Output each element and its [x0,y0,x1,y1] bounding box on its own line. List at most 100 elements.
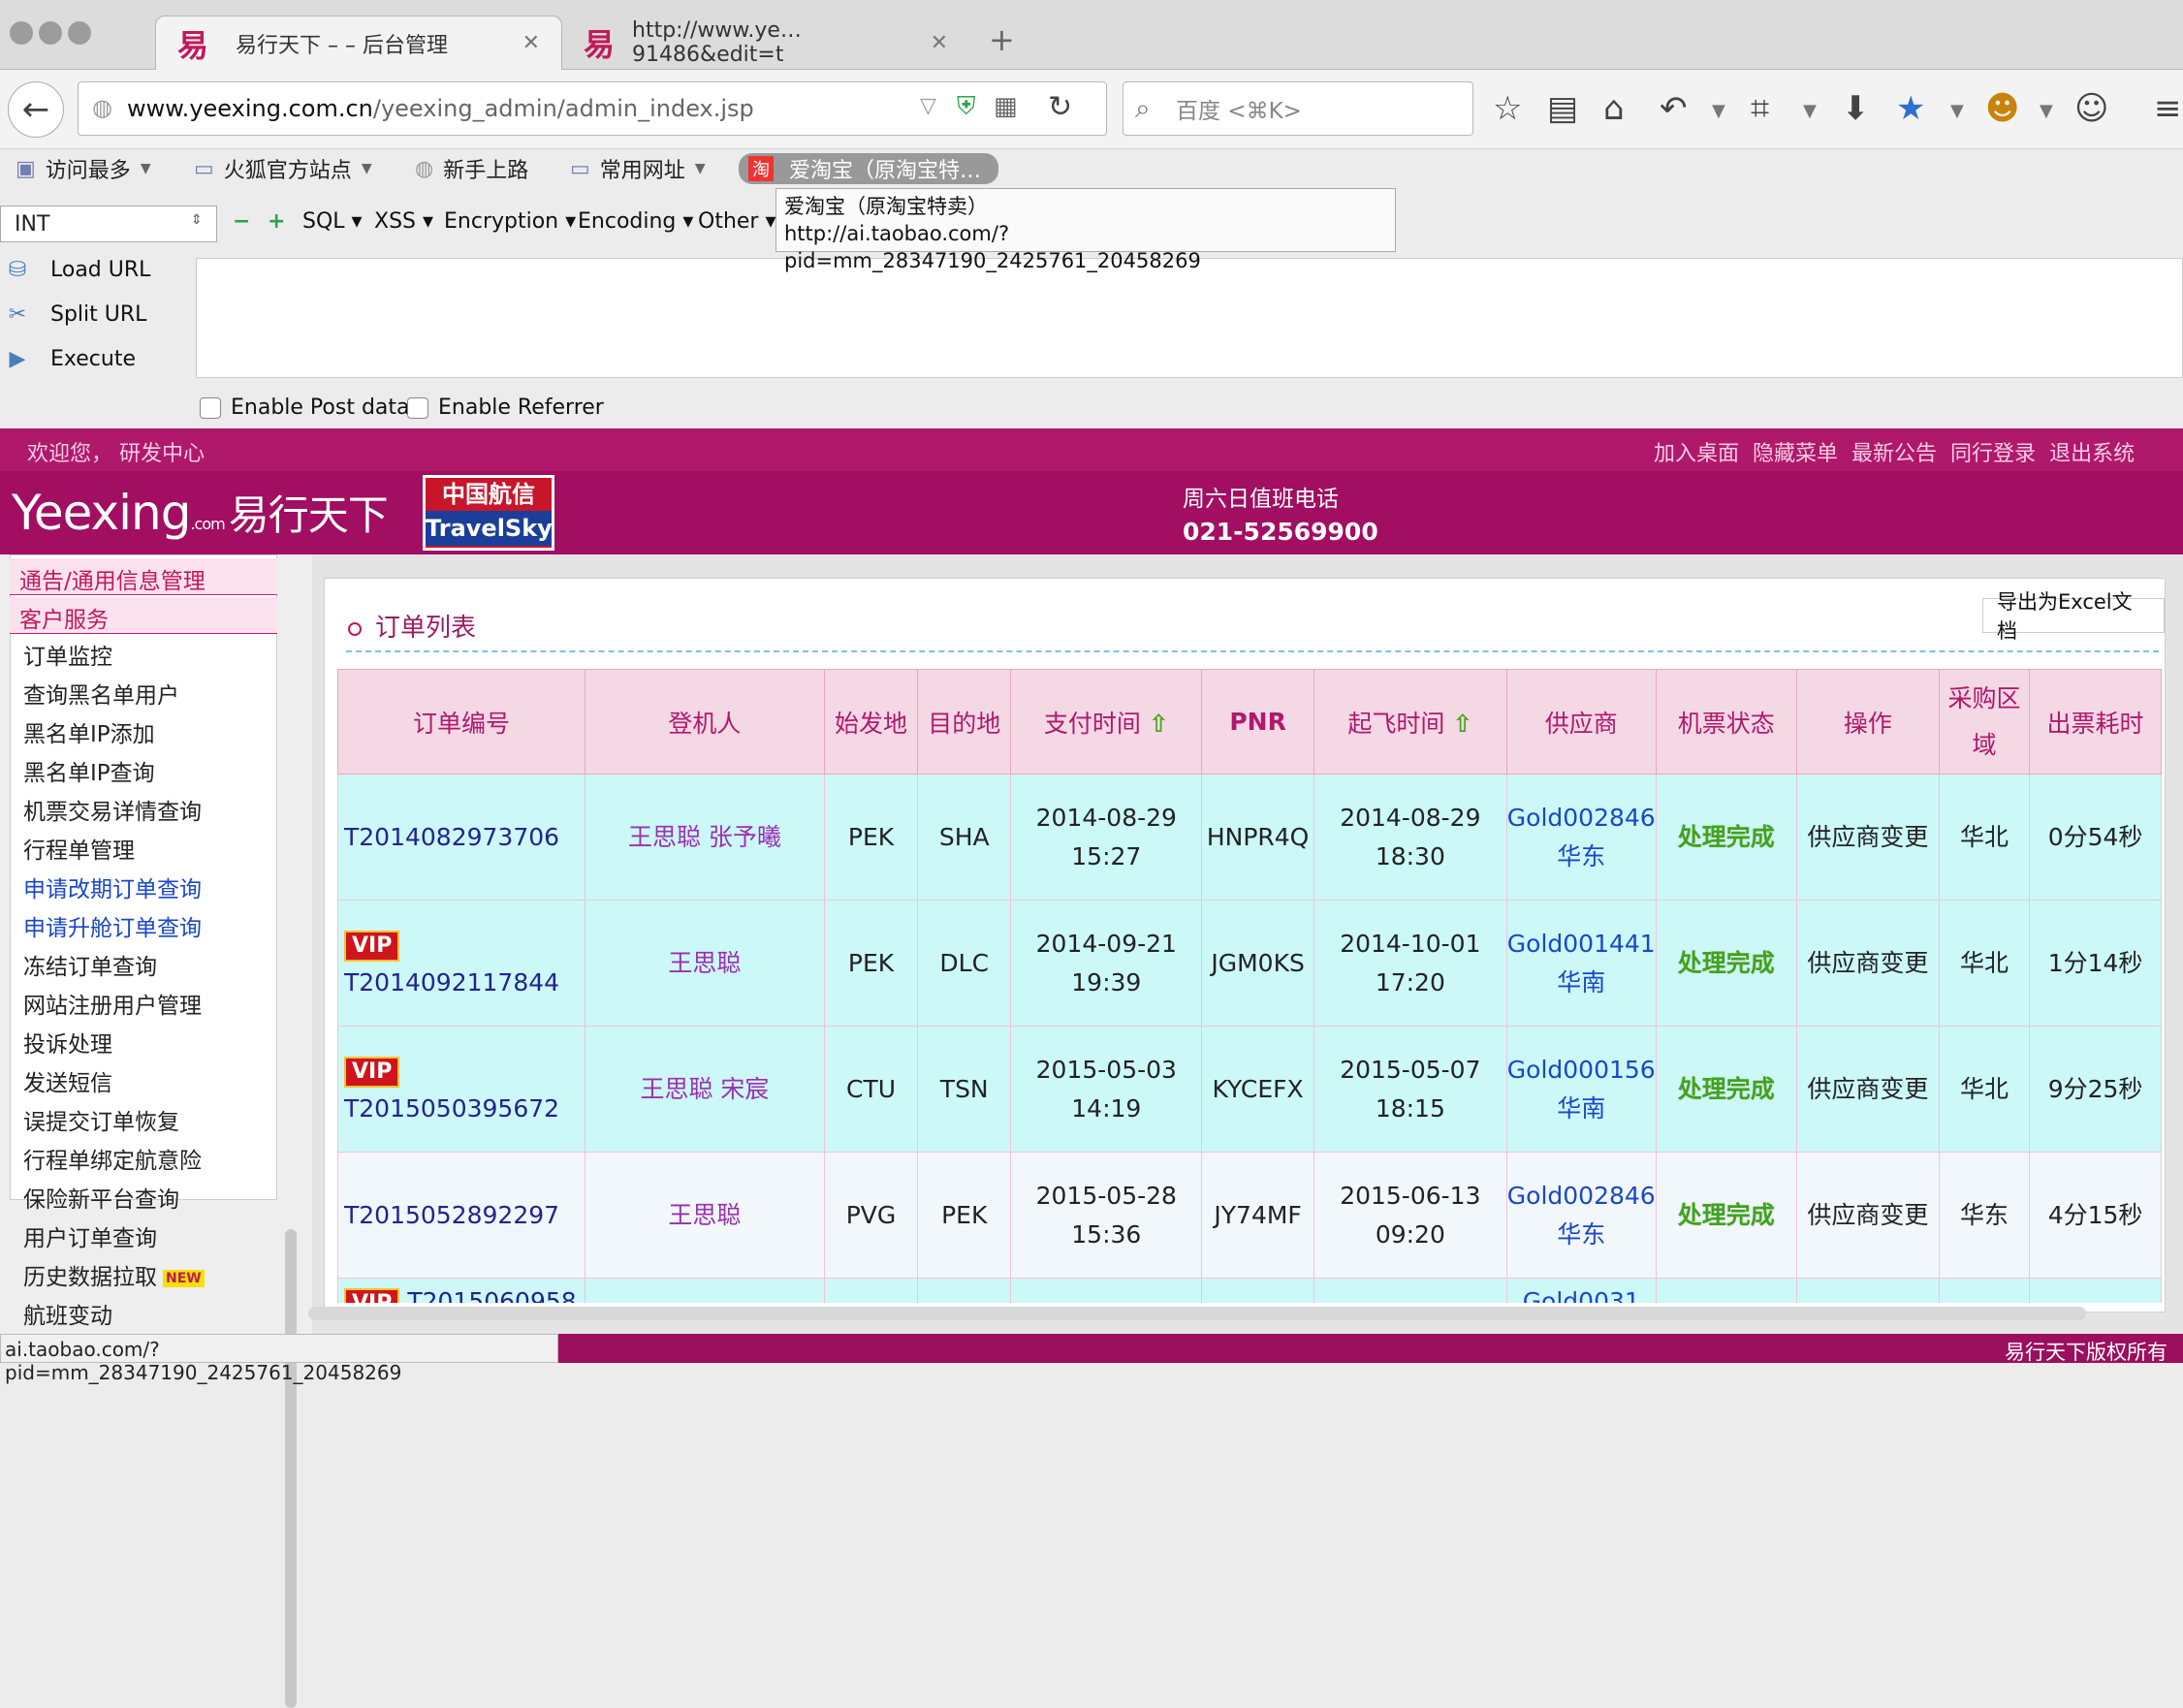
load-url-button[interactable]: ⛁ Load URL [0,252,194,287]
search-input[interactable]: ⌕ 百度 <⌘K> [1123,81,1473,136]
order-id-link[interactable]: T2014092117844 [344,968,559,996]
menu-xss[interactable]: XSS ▾ [374,209,433,234]
col-pay-time[interactable]: 支付时间 ⇧ [1010,669,1203,775]
supplier-id[interactable]: Gold000156 [1507,1056,1656,1084]
star-icon[interactable]: ☆ [1493,89,1522,128]
tab-close-icon[interactable]: ✕ [931,31,948,55]
sidebar-item[interactable]: 黑名单IP查询 [23,754,155,787]
bookmark-aitaobao[interactable]: 淘爱淘宝（原淘宝特… [739,153,999,184]
bookmark-common-urls[interactable]: ▭ 常用网址 ▼ [570,153,706,184]
sidebar-item[interactable]: 行程单管理 [23,832,135,865]
bookmark-firefox-sites[interactable]: ▭ 火狐官方站点 ▼ [194,153,372,184]
dropdown-arrow-icon[interactable]: ▽ [920,94,936,118]
reload-icon[interactable]: ↻ [1048,90,1072,124]
split-url-button[interactable]: ✂ Split URL [0,297,194,332]
order-id-link[interactable]: T2015052892297 [344,1201,559,1229]
sidebar-item[interactable]: 申请升舱订单查询 [23,909,202,942]
sidebar-item[interactable]: 订单监控 [23,638,112,671]
enable-post-checkbox[interactable]: Enable Post data [200,395,410,420]
pnr-cell [1201,1278,1314,1303]
sidebar-item[interactable]: 误提交订单恢复 [23,1103,179,1136]
minus-icon[interactable]: − [233,209,250,234]
url-textarea[interactable] [196,258,2183,378]
sidebar-item[interactable]: 投诉处理 [23,1026,112,1059]
col-departure-time[interactable]: 起飞时间 ⇧ [1313,669,1507,775]
window-zoom-button[interactable] [68,21,91,45]
chevron-down-icon[interactable]: ▼ [1950,101,1964,121]
link-latest-notice[interactable]: 最新公告 [1851,436,1937,467]
enable-referrer-checkbox[interactable]: Enable Referrer [407,395,604,420]
sidebar-header-notice[interactable]: 通告/通用信息管理 [10,558,277,595]
execute-button[interactable]: ▶ Execute [0,341,194,376]
sort-up-icon[interactable]: ⇧ [1452,710,1472,738]
star-badge-icon[interactable]: ★ [1896,89,1925,128]
from-cell: PVG [823,1152,919,1279]
link-add-desktop[interactable]: 加入桌面 [1654,436,1739,467]
sidebar-item[interactable]: 发送短信 [23,1064,112,1097]
passenger-names[interactable]: 王思聪 [668,1201,741,1229]
passenger-names[interactable]: 王思聪 张予曦 [628,823,781,851]
order-id-link[interactable]: T2014082973706 [344,823,559,851]
passenger-names[interactable]: 王思聪 [668,949,741,977]
back-arrow-icon[interactable]: ← [8,81,64,138]
home-icon[interactable]: ⌂ [1603,89,1625,128]
sidebar-item[interactable]: 行程单绑定航意险 [23,1142,202,1175]
menu-icon[interactable]: ≡ [2154,89,2182,128]
sidebar-item[interactable]: 查询黑名单用户 [23,677,179,710]
undo-icon[interactable]: ↶ [1660,89,1688,128]
sidebar-scrollbar[interactable] [285,1229,297,1708]
link-hide-menu[interactable]: 隐藏菜单 [1753,436,1838,467]
col-order-id[interactable]: 订单编号 [337,669,585,775]
sidebar-item[interactable]: 黑名单IP添加 [23,715,155,748]
reading-list-icon[interactable]: ▤ [1547,89,1578,128]
sidebar-item[interactable]: 冻结订单查询 [23,948,157,981]
passenger-names[interactable]: 王思聪 宋宸 [640,1075,769,1103]
type-select[interactable]: INT ⇕ [0,206,217,242]
order-id-link[interactable]: T2015050395672 [344,1094,559,1123]
supplier-id[interactable]: Gold0031 [1523,1287,1640,1303]
export-excel-button[interactable]: 导出为Excel文档 [1982,590,2165,643]
link-peer-login[interactable]: 同行登录 [1950,436,2036,467]
monkey-icon[interactable]: ☻ [1985,89,2019,128]
link-logout[interactable]: 退出系统 [2049,436,2135,467]
plus-icon[interactable]: + [268,209,285,234]
chevron-down-icon[interactable]: ▼ [1712,101,1725,121]
bookmark-getting-started[interactable]: ◍ 新手上路 [415,153,528,184]
sidebar-item[interactable]: 航班变动 [23,1297,112,1330]
menu-other[interactable]: Other ▾ [698,209,776,234]
download-icon[interactable]: ⬇ [1842,89,1870,128]
crop-icon[interactable]: ⌗ [1751,89,1769,128]
sidebar-item[interactable]: 机票交易详情查询 [23,793,202,826]
sort-up-icon[interactable]: ⇧ [1149,710,1169,738]
horizontal-scrollbar[interactable] [308,1307,2086,1320]
chevron-down-icon[interactable]: ▼ [1803,101,1817,121]
qr-code-icon[interactable]: ▦ [994,92,1018,121]
sidebar-item[interactable]: 保险新平台查询 [23,1181,179,1214]
tab-edit[interactable]: 易 http://www.ye…91486&edit=t ✕ [562,16,969,70]
new-tab-button[interactable]: + [989,21,1015,58]
sidebar-header-customer-service[interactable]: 客户服务 [10,597,277,634]
tab-close-icon[interactable]: ✕ [522,31,540,55]
window-minimize-button[interactable] [39,21,62,45]
order-id-link[interactable]: T2015060958 [407,1287,576,1303]
shield-icon[interactable]: ⛨ [957,92,976,122]
chat-icon[interactable]: ☺ [2074,89,2108,128]
sidebar-item[interactable]: 历史数据拉取 NEW [23,1258,205,1291]
menu-encoding[interactable]: Encoding ▾ [578,209,693,234]
sidebar-item[interactable]: 用户订单查询 [23,1219,157,1252]
menu-sql[interactable]: SQL ▾ [302,209,363,234]
supplier-id[interactable]: Gold001441 [1507,930,1656,958]
sidebar-item[interactable]: 网站注册用户管理 [23,987,202,1020]
chevron-down-icon[interactable]: ▼ [2040,101,2053,121]
elapsed-cell: 0分54秒 [2029,774,2162,901]
url-bar[interactable]: ◍ www.yeexing.com.cn/yeexing_admin/admin… [78,81,1107,136]
tab-admin[interactable]: 易 易行天下 – – 后台管理 ✕ [155,16,562,70]
window-close-button[interactable] [10,21,33,45]
divider [346,650,2159,652]
bookmark-most-visited[interactable]: ▣ 访问最多 ▼ [16,153,151,184]
sidebar-item[interactable]: 申请改期订单查询 [23,870,202,903]
passenger-cell: 王思聪 宋宸 [584,1026,825,1153]
menu-encryption[interactable]: Encryption ▾ [444,209,576,234]
supplier-id[interactable]: Gold002846 [1507,1182,1656,1210]
supplier-id[interactable]: Gold002846 [1507,804,1656,832]
